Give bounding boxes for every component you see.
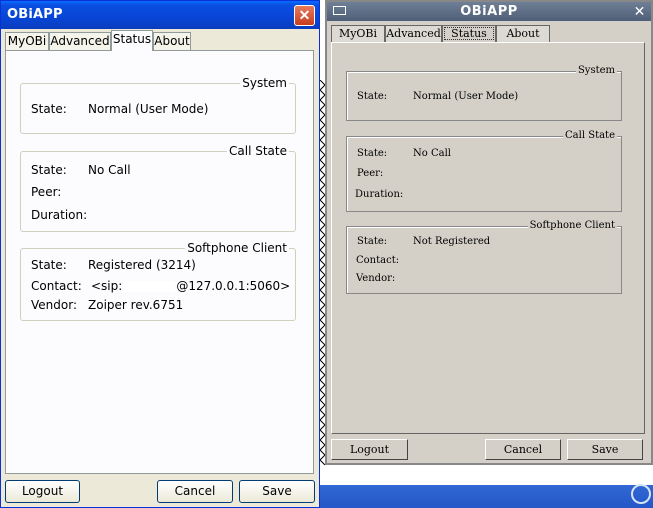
softphone-vendor-label: Vendor: xyxy=(356,273,396,284)
softphone-contact-label: Contact: xyxy=(356,255,400,266)
call-state-group: Call State State: No Call Peer: Duration… xyxy=(346,130,622,212)
softphone-state-label: State: xyxy=(357,236,388,247)
left-window-title: OBiAPP xyxy=(7,7,63,22)
call-state-label: State: xyxy=(31,163,67,177)
left-button-bar: Logout Cancel Save xyxy=(1,475,319,507)
system-group-title: System xyxy=(240,76,289,90)
system-state-label: State: xyxy=(31,102,67,116)
call-state-label: State: xyxy=(357,148,388,159)
close-icon[interactable]: ✕ xyxy=(631,3,648,19)
tab-advanced[interactable]: Advanced xyxy=(49,32,111,50)
tab-myobi[interactable]: MyOBi xyxy=(5,32,49,50)
softphone-group-title: Softphone Client xyxy=(527,220,617,231)
contact-prefix: <sip: xyxy=(91,279,123,293)
softphone-state-label: State: xyxy=(31,258,67,272)
call-state-group-title: Call State xyxy=(227,144,289,158)
softphone-vendor-value: Zoiper rev.6751 xyxy=(88,298,184,312)
left-obiapp-window: OBiAPP ✕ MyOBi Advanced Status About Sys… xyxy=(0,0,320,508)
softphone-state-value: Registered (3214) xyxy=(88,258,196,272)
call-peer-label: Peer: xyxy=(357,168,384,179)
softphone-group-title: Softphone Client xyxy=(185,241,289,255)
softphone-vendor-label: Vendor: xyxy=(31,298,77,312)
logout-button[interactable]: Logout xyxy=(331,439,408,460)
logout-button[interactable]: Logout xyxy=(5,480,80,503)
system-group-title: System xyxy=(575,65,617,76)
system-group: System State: Normal (User Mode) xyxy=(346,65,622,121)
tab-advanced[interactable]: Advanced xyxy=(385,25,442,42)
system-state-value: Normal (User Mode) xyxy=(413,91,519,102)
right-obiapp-window: OBiAPP ✕ MyOBi Advanced Status About Sys… xyxy=(325,0,653,465)
call-duration-label: Duration: xyxy=(31,208,88,222)
tab-about[interactable]: About xyxy=(496,25,550,42)
save-button[interactable]: Save xyxy=(239,480,315,503)
close-icon[interactable]: ✕ xyxy=(294,5,315,26)
call-state-group: Call State State: No Call Peer: Duration… xyxy=(20,144,296,232)
tab-status[interactable]: Status xyxy=(111,30,153,51)
call-duration-label: Duration: xyxy=(355,189,404,200)
redacted-block xyxy=(123,281,176,292)
call-peer-label: Peer: xyxy=(31,185,62,199)
contact-suffix: @127.0.0.1:5060> xyxy=(176,279,291,293)
taskbar xyxy=(320,485,653,508)
system-state-value: Normal (User Mode) xyxy=(88,102,209,116)
call-state-value: No Call xyxy=(413,148,451,159)
softphone-state-value: Not Registered xyxy=(413,236,491,247)
save-button[interactable]: Save xyxy=(567,439,643,460)
call-state-group-title: Call State xyxy=(563,130,617,141)
tab-about[interactable]: About xyxy=(153,32,191,50)
softphone-contact-label: Contact: xyxy=(31,279,82,293)
system-state-label: State: xyxy=(357,91,388,102)
cancel-button[interactable]: Cancel xyxy=(485,439,561,460)
call-state-value: No Call xyxy=(88,163,131,177)
tray-ring-icon xyxy=(631,484,651,504)
tab-status[interactable]: Status xyxy=(442,25,496,42)
softphone-group: Softphone Client State: Registered (3214… xyxy=(20,241,296,321)
right-title-bar[interactable]: OBiAPP ✕ xyxy=(327,2,651,21)
left-title-bar[interactable]: OBiAPP ✕ xyxy=(1,1,319,29)
tab-myobi[interactable]: MyOBi xyxy=(331,25,385,42)
system-group: System State: Normal (User Mode) xyxy=(20,76,296,134)
softphone-contact-value: <sip: @127.0.0.1:5060> xyxy=(91,279,290,293)
cancel-button[interactable]: Cancel xyxy=(157,480,233,503)
softphone-group: Softphone Client State: Not Registered C… xyxy=(346,220,622,294)
right-window-title: OBiAPP xyxy=(460,4,518,19)
left-status-panel: System State: Normal (User Mode) Call St… xyxy=(5,50,314,474)
right-status-panel: System State: Normal (User Mode) Call St… xyxy=(331,42,645,434)
